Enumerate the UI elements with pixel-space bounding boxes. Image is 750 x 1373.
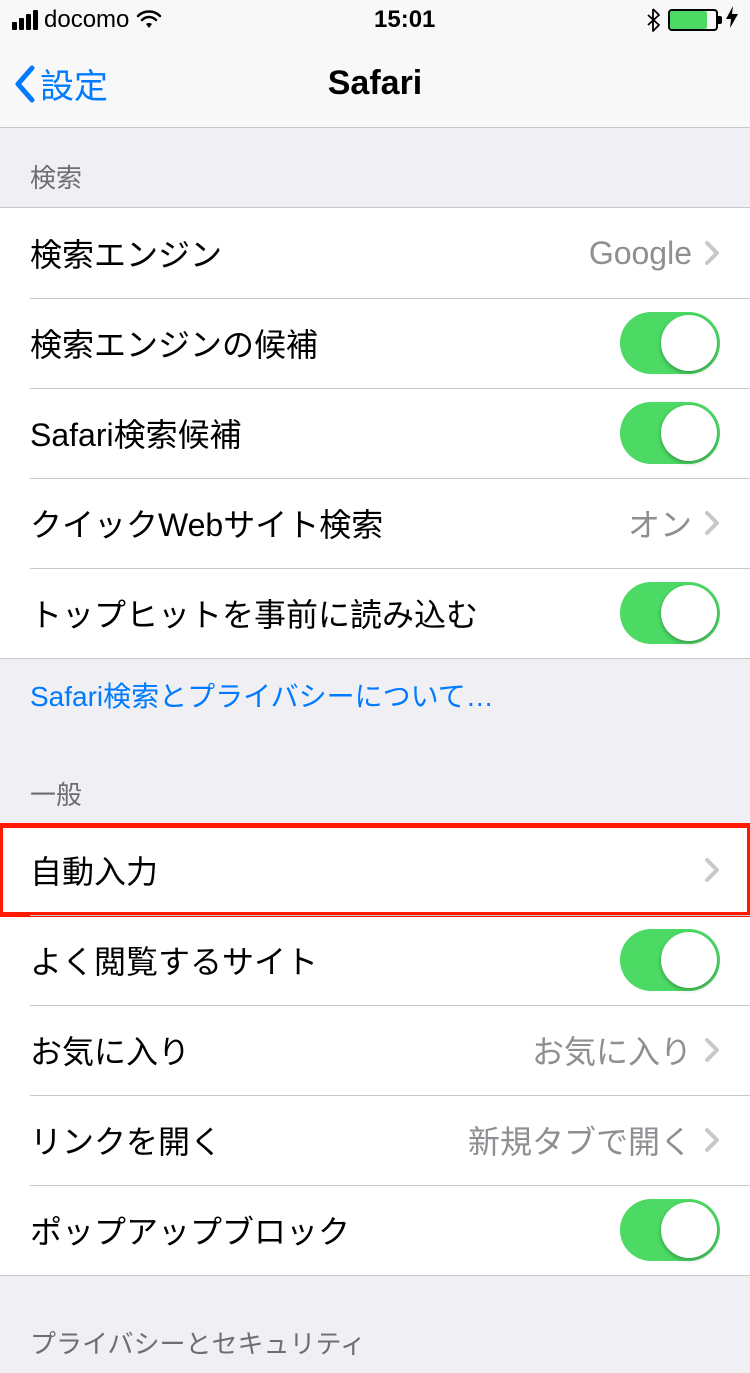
section-header-search: 検索	[0, 128, 750, 207]
nav-bar: 設定 Safari	[0, 40, 750, 128]
group-search: 検索エンジン Google 検索エンジンの候補 Safari検索候補 クイックW…	[0, 207, 750, 659]
section-header-general: 一般	[0, 727, 750, 824]
cell-popup-block[interactable]: ポップアップブロック	[0, 1185, 750, 1275]
group-general: 自動入力 よく閲覧するサイト お気に入り お気に入り リンクを開く 新規タブで開…	[0, 824, 750, 1276]
cell-search-engine[interactable]: 検索エンジン Google	[0, 208, 750, 298]
section-header-privacy: プライバシーとセキュリティ	[0, 1276, 750, 1373]
back-chevron-icon	[12, 64, 36, 104]
status-right	[646, 6, 738, 34]
cell-open-links[interactable]: リンクを開く 新規タブで開く	[0, 1095, 750, 1185]
chevron-right-icon	[704, 857, 720, 883]
cell-label: リンクを開く	[30, 1117, 468, 1163]
toggle-popup-block[interactable]	[620, 1199, 720, 1261]
toggle-frequently-visited[interactable]	[620, 929, 720, 991]
cell-engine-suggestions[interactable]: 検索エンジンの候補	[0, 298, 750, 388]
cell-label: クイックWebサイト検索	[30, 500, 628, 546]
chevron-right-icon	[704, 1127, 720, 1153]
chevron-right-icon	[704, 510, 720, 536]
wifi-icon	[135, 10, 163, 30]
cell-label: 自動入力	[30, 847, 704, 893]
chevron-right-icon	[704, 1037, 720, 1063]
battery-icon	[668, 9, 718, 31]
back-button[interactable]: 設定	[0, 59, 108, 108]
cell-autofill[interactable]: 自動入力	[0, 825, 750, 915]
cell-favorites[interactable]: お気に入り お気に入り	[0, 1005, 750, 1095]
charging-icon	[726, 6, 738, 34]
status-bar: docomo 15:01	[0, 0, 750, 40]
bluetooth-icon	[646, 8, 660, 32]
cell-value: オン	[628, 500, 692, 546]
search-privacy-link[interactable]: Safari検索とプライバシーについて…	[0, 659, 750, 727]
cell-label: ポップアップブロック	[30, 1207, 620, 1253]
page-title: Safari	[0, 64, 750, 103]
carrier-label: docomo	[44, 6, 129, 34]
cell-label: 検索エンジン	[30, 230, 589, 276]
chevron-right-icon	[704, 240, 720, 266]
status-left: docomo	[12, 6, 163, 34]
toggle-preload-tophit[interactable]	[620, 582, 720, 644]
cell-safari-suggestions[interactable]: Safari検索候補	[0, 388, 750, 478]
cell-label: お気に入り	[30, 1027, 532, 1073]
cell-value: Google	[589, 235, 692, 272]
toggle-safari-suggestions[interactable]	[620, 402, 720, 464]
signal-icon	[12, 10, 38, 30]
cell-label: トップヒットを事前に読み込む	[30, 590, 620, 636]
cell-label: よく閲覧するサイト	[30, 937, 620, 983]
cell-label: Safari検索候補	[30, 410, 620, 456]
status-time: 15:01	[374, 6, 435, 34]
cell-frequently-visited[interactable]: よく閲覧するサイト	[0, 915, 750, 1005]
cell-value: 新規タブで開く	[468, 1117, 692, 1163]
toggle-engine-suggestions[interactable]	[620, 312, 720, 374]
cell-label: 検索エンジンの候補	[30, 320, 620, 366]
cell-preload-tophit[interactable]: トップヒットを事前に読み込む	[0, 568, 750, 658]
cell-quick-website-search[interactable]: クイックWebサイト検索 オン	[0, 478, 750, 568]
back-label: 設定	[40, 59, 108, 108]
cell-value: お気に入り	[532, 1027, 692, 1073]
